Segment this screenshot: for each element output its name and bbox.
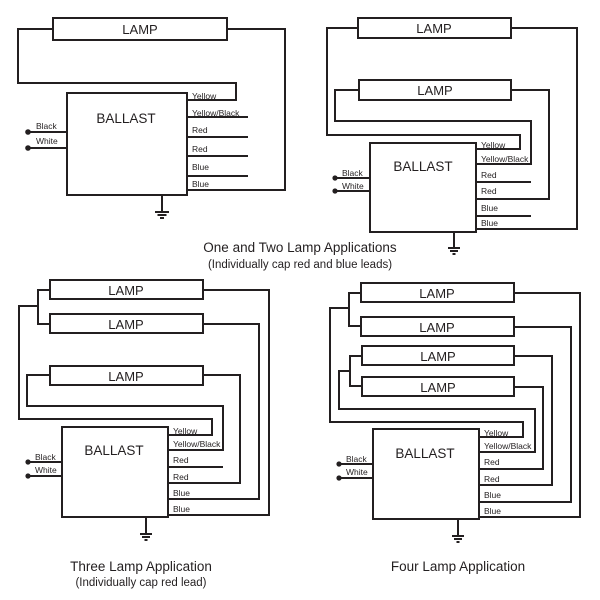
lead-label-red: Red bbox=[173, 472, 189, 482]
lead-label-blue: Blue bbox=[173, 488, 190, 498]
caption-one-two-lamp-title: One and Two Lamp Applications bbox=[203, 240, 397, 255]
lead-label-red: Red bbox=[481, 170, 497, 180]
input-terminal-dot bbox=[336, 475, 342, 481]
lead-label-blue: Blue bbox=[192, 179, 209, 189]
ballast bbox=[372, 428, 480, 520]
three-lamp-diagram: LAMP LAMP LAMP BALLAST Black White Yello… bbox=[18, 279, 270, 541]
lamp-label: LAMP bbox=[108, 369, 143, 384]
ballast-label: BALLAST bbox=[395, 446, 454, 461]
lead-label-white: White bbox=[36, 136, 58, 146]
lamp-label: LAMP bbox=[417, 83, 452, 98]
lamp-label: LAMP bbox=[419, 320, 454, 335]
ballast bbox=[61, 426, 169, 518]
lead-label-red: Red bbox=[484, 457, 500, 467]
lead-label-black: Black bbox=[342, 168, 364, 178]
input-terminal-dot bbox=[332, 175, 338, 181]
lead-label-red: Red bbox=[192, 144, 208, 154]
lead-label-red: Red bbox=[192, 125, 208, 135]
caption-one-two-lamp-note: (Individually cap red and blue leads) bbox=[208, 259, 392, 271]
caption-four-lamp-title: Four Lamp Application bbox=[391, 559, 525, 574]
lamp34-left-wire bbox=[349, 355, 362, 387]
ballast-label: BALLAST bbox=[393, 159, 452, 174]
ground-icon bbox=[140, 533, 152, 541]
lead-label-blue: Blue bbox=[173, 504, 190, 514]
lead-label-yellow-black: Yellow/Black bbox=[192, 108, 240, 118]
lead-label-white: White bbox=[346, 467, 368, 477]
lead-label-red: Red bbox=[484, 474, 500, 484]
lead-label-yellow: Yellow bbox=[173, 426, 198, 436]
lead-label-black: Black bbox=[35, 452, 57, 462]
lead-label-yellow: Yellow bbox=[192, 91, 217, 101]
ballast-label: BALLAST bbox=[96, 111, 155, 126]
lamp-label: LAMP bbox=[108, 283, 143, 298]
lead-label-blue: Blue bbox=[192, 162, 209, 172]
one-lamp-diagram: LAMP BALLAST Black White Yellow Yellow/B… bbox=[17, 17, 286, 219]
lamp12-left-wire bbox=[37, 289, 50, 325]
lead-label-white: White bbox=[35, 465, 57, 475]
input-terminal-dot bbox=[332, 188, 338, 194]
lead-label-yellow: Yellow bbox=[481, 140, 506, 150]
ground-icon bbox=[452, 535, 464, 543]
lamp-label: LAMP bbox=[420, 349, 455, 364]
ballast bbox=[66, 92, 188, 196]
lamp12-left-wire bbox=[348, 292, 361, 327]
lamp-label: LAMP bbox=[122, 22, 157, 37]
two-lamp-diagram: LAMP LAMP BALLAST Black White Yellow Yel… bbox=[326, 17, 578, 255]
lamp-label: LAMP bbox=[420, 380, 455, 395]
lead-label-yellow-black: Yellow/Black bbox=[484, 441, 532, 451]
four-lamp-diagram: LAMP LAMP LAMP LAMP BALLAST Black White … bbox=[329, 282, 581, 543]
ground-icon bbox=[448, 247, 460, 255]
lamp-label: LAMP bbox=[419, 286, 454, 301]
ballast-wiring-diagram: LAMP BALLAST Black White Yellow Yellow/B… bbox=[17, 17, 581, 589]
lead-label-yellow: Yellow bbox=[484, 428, 509, 438]
lead-label-blue: Blue bbox=[481, 203, 498, 213]
lead-label-red: Red bbox=[481, 186, 497, 196]
input-terminal-dot bbox=[25, 129, 31, 135]
input-terminal-dot bbox=[25, 145, 31, 151]
lead-label-yellow-black: Yellow/Black bbox=[481, 154, 529, 164]
lead-label-red: Red bbox=[173, 455, 189, 465]
ground-icon bbox=[155, 211, 169, 219]
input-terminal-dot bbox=[25, 459, 31, 465]
ballast bbox=[369, 142, 477, 233]
caption-three-lamp-title: Three Lamp Application bbox=[70, 559, 212, 574]
lead-label-blue: Blue bbox=[484, 506, 501, 516]
lead-label-blue: Blue bbox=[481, 218, 498, 228]
ballast-label: BALLAST bbox=[84, 443, 143, 458]
lamp-label: LAMP bbox=[108, 317, 143, 332]
lead-label-black: Black bbox=[36, 121, 58, 131]
input-terminal-dot bbox=[336, 461, 342, 467]
lead-label-white: White bbox=[342, 181, 364, 191]
lead-label-blue: Blue bbox=[484, 490, 501, 500]
caption-three-lamp-note: (Individually cap red lead) bbox=[75, 577, 206, 589]
lead-label-yellow-black: Yellow/Black bbox=[173, 439, 221, 449]
lamp-label: LAMP bbox=[416, 21, 451, 36]
input-terminal-dot bbox=[25, 473, 31, 479]
lead-label-black: Black bbox=[346, 454, 368, 464]
